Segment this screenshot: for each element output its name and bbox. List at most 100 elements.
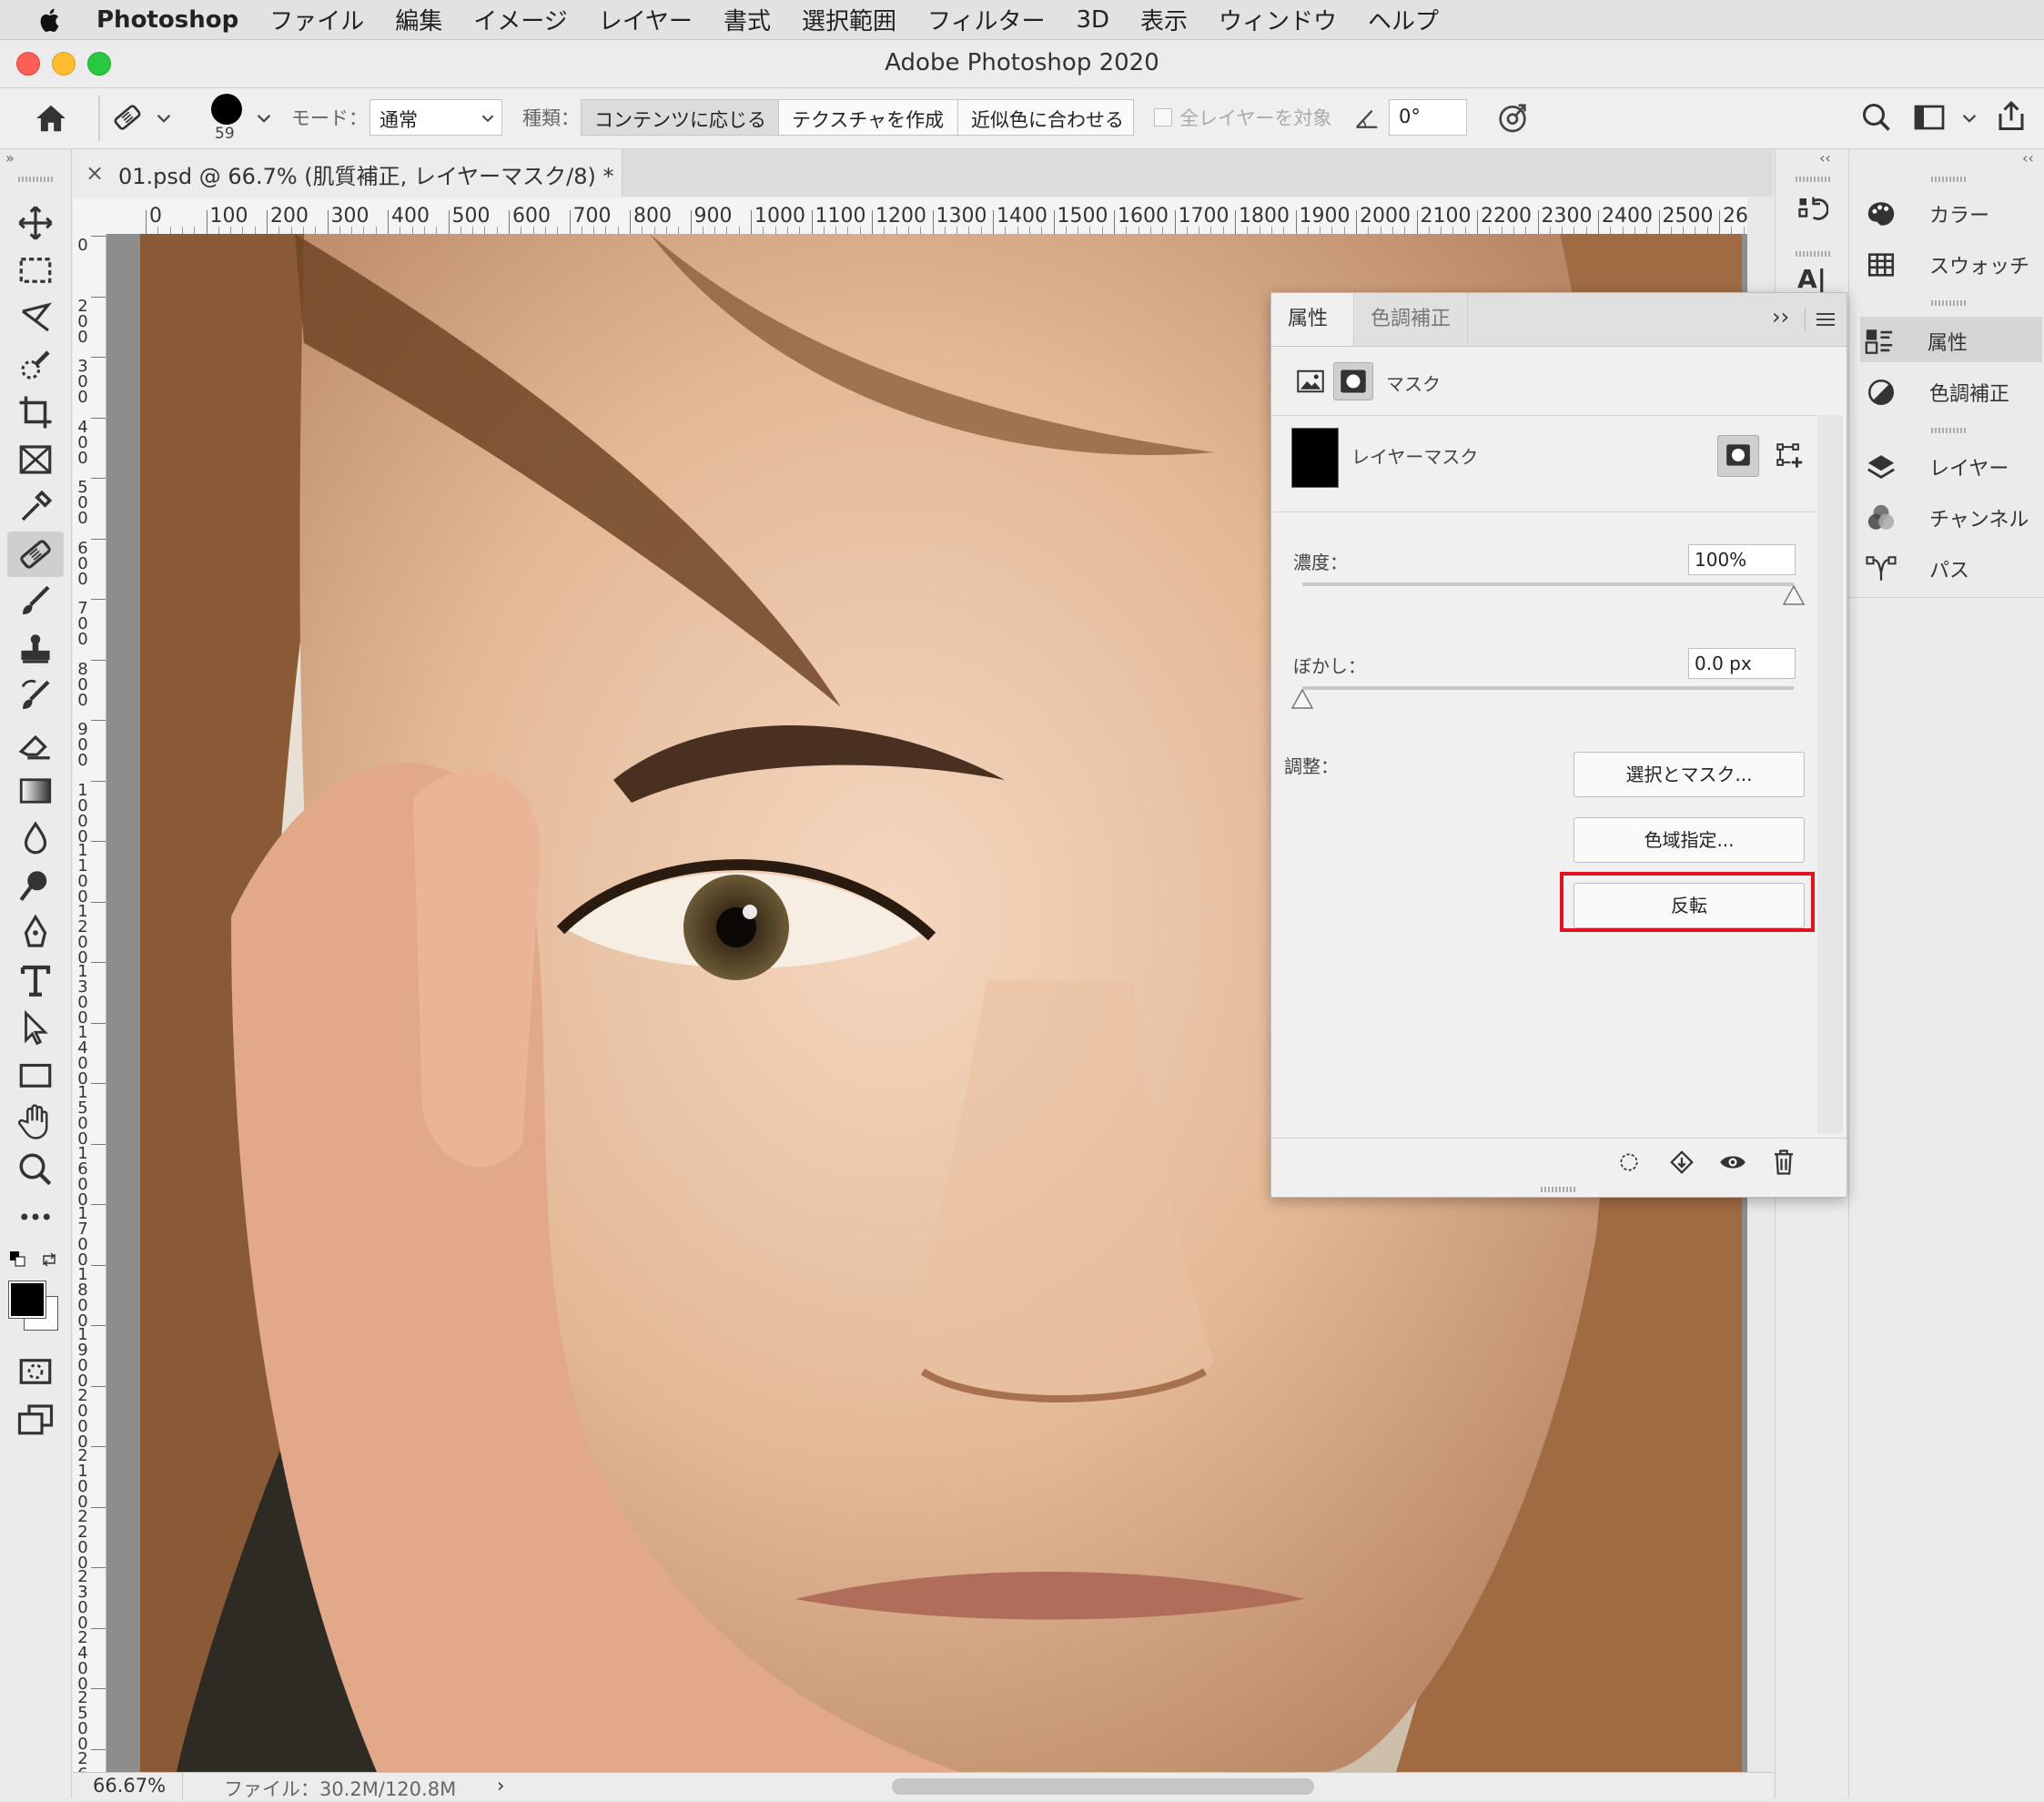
proximity-match-button[interactable]: 近似色に合わせる — [957, 99, 1134, 136]
close-tab-icon[interactable]: × — [86, 160, 104, 186]
load-selection-icon[interactable] — [1617, 1150, 1641, 1174]
expand-toolbar-icon[interactable]: » — [5, 149, 15, 167]
screen-mode-icon[interactable] — [16, 1400, 55, 1438]
type-tool-icon[interactable] — [16, 961, 55, 999]
create-texture-button[interactable]: テクスチャを作成 — [778, 99, 958, 136]
home-icon[interactable] — [33, 101, 69, 136]
character-panel-icon[interactable]: A| — [1797, 264, 1826, 294]
menu-app-name[interactable]: Photoshop — [96, 6, 238, 34]
menu-view[interactable]: 表示 — [1140, 3, 1188, 36]
eraser-tool-icon[interactable] — [16, 724, 55, 763]
rectangle-tool-icon[interactable] — [16, 1056, 55, 1094]
move-tool-icon[interactable] — [16, 204, 55, 242]
menu-layer[interactable]: レイヤー — [599, 3, 693, 36]
healing-brush-tool-icon[interactable] — [16, 535, 55, 573]
chevron-down-icon[interactable] — [1962, 112, 1977, 125]
more-tools-icon[interactable] — [16, 1198, 55, 1236]
quick-mask-icon[interactable] — [16, 1352, 55, 1391]
menu-type[interactable]: 書式 — [723, 3, 771, 36]
swap-colors-icon[interactable] — [40, 1250, 58, 1269]
eye-icon[interactable] — [1719, 1150, 1746, 1174]
menu-window[interactable]: ウィンドウ — [1219, 3, 1337, 36]
panel-paths[interactable]: パス — [1862, 544, 2044, 590]
zoom-level[interactable]: 66.67% — [93, 1775, 166, 1797]
tab-adjustments[interactable]: 色調補正 — [1353, 293, 1469, 346]
dodge-tool-icon[interactable] — [16, 866, 55, 905]
menu-edit[interactable]: 編集 — [395, 3, 442, 36]
trash-icon[interactable] — [1772, 1149, 1796, 1176]
document-tab[interactable]: × 01.psd @ 66.7% (肌質補正, レイヤーマスク/8) * — [73, 149, 622, 197]
search-icon[interactable] — [1860, 101, 1893, 134]
menu-help[interactable]: ヘルプ — [1368, 3, 1439, 36]
share-icon[interactable] — [1995, 99, 2028, 134]
panel-menu-icon[interactable] — [1816, 311, 1836, 328]
panel-color[interactable]: カラー — [1862, 189, 2044, 235]
apply-mask-icon[interactable] — [1668, 1149, 1695, 1176]
collapse-dock-icon[interactable]: ‹‹ — [2022, 149, 2034, 167]
zoom-tool-icon[interactable] — [16, 1150, 55, 1189]
select-pixel-mask-button[interactable] — [1717, 435, 1759, 477]
mode-select[interactable]: 通常 — [369, 99, 502, 136]
vertical-ruler[interactable]: 0 200 300 400 500 600 700 800 900 100011001200130… — [73, 234, 106, 1772]
lasso-tool-icon[interactable] — [16, 299, 55, 337]
horizontal-ruler[interactable]: 0 100 200 300 400 500 600 700 800 900 1000 1100 1200… — [73, 197, 1747, 235]
menu-3d[interactable]: 3D — [1076, 6, 1109, 34]
panel-grip[interactable] — [1931, 428, 1966, 433]
select-and-mask-button[interactable]: 選択とマスク... — [1573, 752, 1805, 797]
gradient-tool-icon[interactable] — [16, 772, 55, 810]
panel-swatches[interactable]: スウォッチ — [1862, 240, 2044, 286]
mask-thumbnail[interactable] — [1291, 428, 1339, 488]
pen-tool-icon[interactable] — [16, 914, 55, 952]
panel-layers[interactable]: レイヤー — [1862, 442, 2044, 488]
content-aware-button[interactable]: コンテンツに応じる — [581, 99, 779, 136]
color-range-button[interactable]: 色域指定... — [1573, 817, 1805, 863]
chevron-down-icon[interactable] — [157, 112, 171, 125]
brush-preview[interactable] — [211, 94, 242, 125]
quick-selection-tool-icon[interactable] — [16, 346, 55, 384]
hand-tool-icon[interactable] — [16, 1103, 55, 1141]
marquee-tool-icon[interactable] — [16, 251, 55, 289]
clone-stamp-tool-icon[interactable] — [16, 630, 55, 668]
panel-channels[interactable]: チャンネル — [1862, 493, 2044, 539]
collapse-panel-icon[interactable]: ›› — [1772, 304, 1789, 329]
panel-adjustments[interactable]: 色調補正 — [1862, 368, 2044, 413]
tab-properties[interactable]: 属性 — [1271, 293, 1353, 346]
panel-resize-grip[interactable] — [1541, 1187, 1577, 1192]
path-selection-tool-icon[interactable] — [16, 1008, 55, 1047]
pixel-mask-icon[interactable] — [1297, 370, 1324, 393]
default-colors-icon[interactable] — [9, 1250, 27, 1269]
spot-healing-brush-icon[interactable] — [109, 99, 146, 136]
panel-grip[interactable] — [1796, 251, 1830, 257]
menu-image[interactable]: イメージ — [473, 3, 567, 36]
add-vector-mask-icon[interactable] — [1774, 440, 1805, 471]
menu-select[interactable]: 選択範囲 — [802, 3, 896, 36]
workspace-icon[interactable] — [1913, 103, 1946, 132]
all-layers-checkbox[interactable] — [1154, 108, 1172, 127]
foreground-color-swatch[interactable] — [8, 1281, 46, 1319]
density-slider-thumb[interactable] — [1782, 584, 1806, 606]
panel-grip[interactable] — [1796, 177, 1830, 182]
panel-grip[interactable] — [1931, 177, 1966, 182]
blur-tool-icon[interactable] — [16, 819, 55, 857]
eyedropper-tool-icon[interactable] — [16, 488, 55, 526]
chevron-down-icon[interactable] — [257, 112, 271, 125]
panel-properties[interactable]: 属性 — [1860, 317, 2042, 362]
angle-input[interactable]: 0° — [1389, 99, 1467, 136]
history-panel-icon[interactable] — [1796, 191, 1828, 228]
density-slider-track[interactable] — [1302, 582, 1794, 586]
pressure-size-icon[interactable] — [1494, 99, 1531, 136]
toolbar-grip[interactable] — [18, 177, 53, 182]
status-menu-arrow[interactable]: › — [497, 1775, 504, 1797]
crop-tool-icon[interactable] — [16, 393, 55, 431]
history-brush-tool-icon[interactable] — [16, 677, 55, 715]
panel-grip[interactable] — [1931, 300, 1966, 306]
feather-slider-track[interactable] — [1302, 686, 1794, 690]
panel-scrollbar[interactable] — [1817, 415, 1843, 1134]
feather-input[interactable]: 0.0 px — [1688, 648, 1796, 679]
density-input[interactable]: 100% — [1688, 544, 1796, 575]
layer-mask-type-button[interactable] — [1333, 362, 1373, 400]
feather-slider-thumb[interactable] — [1290, 688, 1314, 710]
menu-file[interactable]: ファイル — [269, 3, 364, 36]
brush-tool-icon[interactable] — [16, 582, 55, 621]
menu-filter[interactable]: フィルター — [927, 3, 1045, 36]
